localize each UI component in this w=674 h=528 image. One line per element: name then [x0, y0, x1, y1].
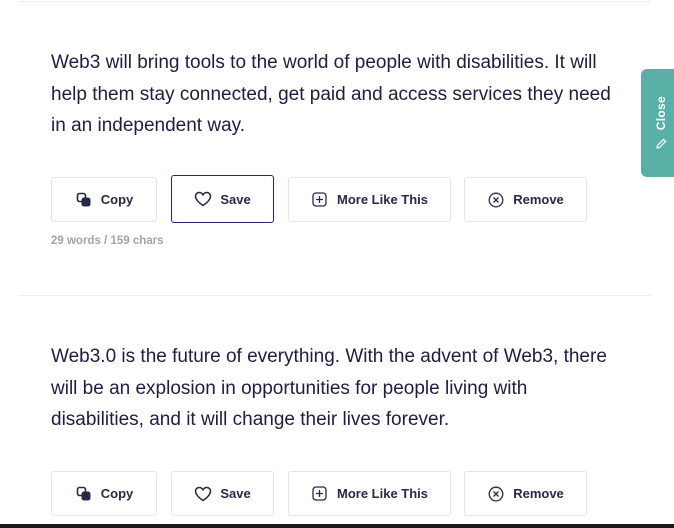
save-button[interactable]: Save	[171, 471, 274, 516]
plus-square-icon	[311, 485, 329, 503]
result-text-2: Web3.0 is the future of everything. With…	[51, 346, 607, 430]
close-tab-label: Close	[654, 95, 668, 131]
remove-button[interactable]: Remove	[464, 177, 587, 222]
copy-button[interactable]: Copy	[51, 177, 157, 222]
copy-button[interactable]: Copy	[51, 471, 157, 516]
copy-label: Copy	[100, 192, 134, 207]
close-circle-icon	[487, 485, 505, 503]
more-like-this-button[interactable]: More Like This	[288, 177, 451, 222]
heart-icon	[194, 485, 212, 503]
pencil-icon	[655, 138, 667, 150]
card-divider	[19, 295, 651, 296]
copy-icon	[75, 485, 93, 503]
remove-label: Remove	[513, 192, 564, 207]
remove-button[interactable]: Remove	[464, 471, 587, 516]
copy-icon	[75, 191, 93, 209]
close-circle-icon	[487, 191, 505, 209]
more-like-this-button[interactable]: More Like This	[288, 471, 451, 516]
bottom-edge-bar	[0, 524, 674, 528]
remove-label: Remove	[513, 486, 564, 501]
result-text-1: Web3 will bring tools to the world of pe…	[51, 52, 611, 136]
save-button[interactable]: Save	[171, 175, 274, 223]
save-label: Save	[220, 486, 251, 501]
save-label: Save	[220, 191, 251, 207]
plus-square-icon	[311, 191, 329, 209]
close-side-tab[interactable]: Close	[641, 69, 674, 177]
top-divider	[19, 1, 651, 2]
more-like-this-label: More Like This	[336, 192, 429, 207]
word-char-count: 29 words / 159 chars	[51, 235, 164, 247]
copy-label: Copy	[100, 486, 134, 501]
heart-icon	[194, 190, 212, 208]
more-like-this-label: More Like This	[336, 486, 429, 501]
